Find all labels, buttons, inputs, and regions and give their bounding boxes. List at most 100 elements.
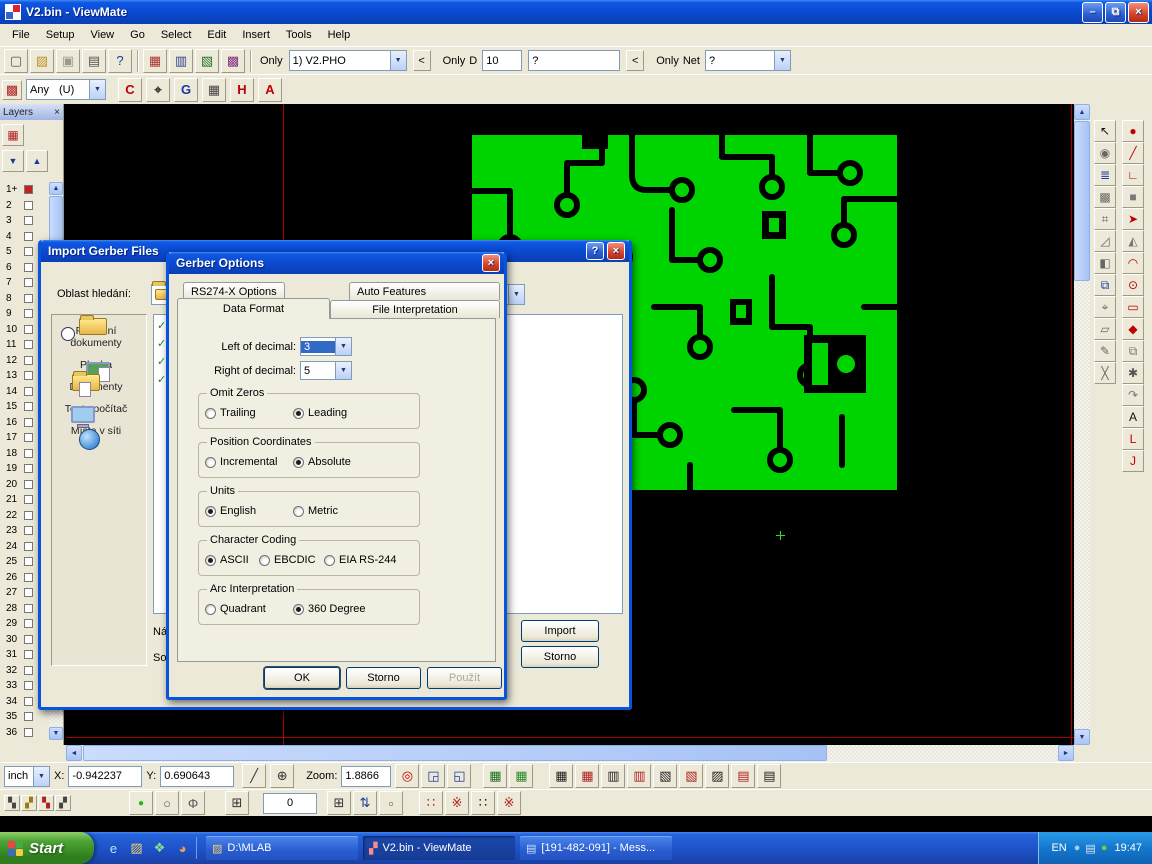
pad-pattern-2-icon[interactable]: ※ bbox=[445, 791, 469, 815]
language-indicator[interactable]: EN bbox=[1051, 842, 1066, 854]
y-coordinate-input[interactable]: 0.690643 bbox=[160, 766, 234, 787]
tray-status-icon[interactable]: ● bbox=[1101, 842, 1108, 854]
scroll-up-icon[interactable]: ▲ bbox=[1074, 104, 1090, 120]
help-icon[interactable]: ? bbox=[586, 242, 604, 260]
dcode-table-icon[interactable]: ⊞ bbox=[225, 791, 249, 815]
layers-stack-icon[interactable]: ≣ bbox=[1094, 164, 1116, 186]
view-pads-icon[interactable]: ▦ bbox=[549, 764, 573, 788]
layer-color-swatch[interactable] bbox=[24, 604, 33, 613]
layer-color-swatch[interactable] bbox=[24, 449, 33, 458]
layer-report-icon[interactable]: ▧ bbox=[195, 49, 219, 73]
layer-down-button[interactable]: ▼ bbox=[2, 150, 24, 172]
group-select-icon[interactable]: G bbox=[174, 78, 198, 102]
target-select-icon[interactable]: ⌖ bbox=[146, 78, 170, 102]
menu-item[interactable]: Insert bbox=[234, 26, 278, 44]
draw-rect-icon[interactable]: ▭ bbox=[1122, 296, 1144, 318]
char-j-icon[interactable]: J bbox=[1122, 450, 1144, 472]
canvas-hscrollbar[interactable]: ◄ ► bbox=[66, 745, 1074, 762]
layer-color-swatch[interactable] bbox=[24, 712, 33, 721]
close-button[interactable]: × bbox=[1128, 2, 1149, 23]
menu-item[interactable]: Go bbox=[122, 26, 153, 44]
layer-color-swatch[interactable] bbox=[24, 340, 33, 349]
radio-incremental[interactable]: Incremental bbox=[205, 456, 277, 468]
layer-color-swatch[interactable] bbox=[24, 278, 33, 287]
menu-item[interactable]: Tools bbox=[278, 26, 320, 44]
open-folder-icon[interactable]: ▨ bbox=[30, 49, 54, 73]
left-decimal-combo[interactable]: 3 ▼ bbox=[300, 337, 352, 356]
close-icon[interactable]: × bbox=[607, 242, 625, 260]
selection-mode-combo[interactable]: Any(U) ▼ bbox=[26, 79, 106, 100]
place-recent-documents[interactable]: Poslední dokumenty bbox=[52, 325, 140, 349]
ruler-icon[interactable]: ▱ bbox=[1094, 318, 1116, 340]
step-repeat-icon[interactable]: ⧉ bbox=[1122, 340, 1144, 362]
layer-color-swatch[interactable] bbox=[24, 232, 33, 241]
radio-360-degree[interactable]: 360 Degree bbox=[293, 603, 366, 615]
layer-color-swatch[interactable] bbox=[24, 542, 33, 551]
draw-circle-icon[interactable]: ⊙ bbox=[1122, 274, 1144, 296]
zoom-input[interactable]: 1.8866 bbox=[341, 766, 391, 787]
net-list-icon[interactable]: ▩ bbox=[221, 49, 245, 73]
half-plane-icon[interactable]: ◧ bbox=[1094, 252, 1116, 274]
draw-arrow-icon[interactable]: ➤ bbox=[1122, 208, 1144, 230]
layer-pair-3-icon[interactable]: ▚ bbox=[38, 795, 54, 811]
layer-row[interactable]: 3 bbox=[0, 213, 48, 229]
prev-layer-button[interactable]: < bbox=[413, 50, 431, 71]
layer-color-swatch[interactable] bbox=[24, 526, 33, 535]
zoom-in-icon[interactable]: ◎ bbox=[395, 764, 419, 788]
layer-color-swatch[interactable] bbox=[24, 387, 33, 396]
menu-item[interactable]: Edit bbox=[199, 26, 234, 44]
radio-english[interactable]: English bbox=[205, 505, 256, 517]
ok-button[interactable]: OK bbox=[264, 667, 340, 689]
layer-color-swatch[interactable] bbox=[24, 650, 33, 659]
layer-color-swatch[interactable] bbox=[24, 418, 33, 427]
highlight-select-icon[interactable]: H bbox=[230, 78, 254, 102]
snap-grid-icon[interactable]: ⊞ bbox=[327, 791, 351, 815]
tab-file-interpretation[interactable]: File Interpretation bbox=[330, 300, 500, 318]
layer-color-swatch[interactable] bbox=[24, 681, 33, 690]
scroll-down-icon[interactable]: ▼ bbox=[49, 727, 63, 740]
layer-color-swatch[interactable] bbox=[24, 666, 33, 675]
char-l-icon[interactable]: L bbox=[1122, 428, 1144, 450]
layer-color-swatch[interactable] bbox=[24, 247, 33, 256]
layer-color-swatch[interactable] bbox=[24, 402, 33, 411]
layer-color-swatch[interactable] bbox=[24, 263, 33, 272]
origin-target-icon[interactable]: ⊕ bbox=[270, 764, 294, 788]
new-file-icon[interactable]: ▢ bbox=[4, 49, 28, 73]
scroll-up-icon[interactable]: ▲ bbox=[49, 182, 63, 195]
menu-item[interactable]: Select bbox=[153, 26, 200, 44]
x-coordinate-input[interactable]: -0.942237 bbox=[68, 766, 142, 787]
radio-ebcdic[interactable]: EBCDIC bbox=[259, 554, 316, 566]
layer-color-swatch[interactable] bbox=[24, 697, 33, 706]
layer-pair-1-icon[interactable]: ▚ bbox=[4, 795, 20, 811]
slope-icon[interactable]: ◿ bbox=[1094, 230, 1116, 252]
import-cancel-button[interactable]: Storno bbox=[521, 646, 599, 668]
pad-pattern-3-icon[interactable]: ∷ bbox=[471, 791, 495, 815]
edit-pencil-icon[interactable]: ✎ bbox=[1094, 340, 1116, 362]
layer-row[interactable]: 1+ bbox=[0, 182, 48, 198]
phi-probe-icon[interactable]: Φ bbox=[181, 791, 205, 815]
radio-leading[interactable]: Leading bbox=[293, 407, 347, 419]
view-mixed-icon[interactable]: ▨ bbox=[705, 764, 729, 788]
fill-pattern-icon[interactable]: ▩ bbox=[1094, 186, 1116, 208]
start-button[interactable]: Start bbox=[0, 832, 94, 864]
layer-row[interactable]: 2 bbox=[0, 198, 48, 214]
active-layer-combo[interactable]: 1) V2.PHO ▼ bbox=[289, 50, 407, 71]
place-documents[interactable]: Dokumenty bbox=[52, 381, 140, 393]
pad-pattern-1-icon[interactable]: ∷ bbox=[419, 791, 443, 815]
layer-color-swatch[interactable] bbox=[24, 495, 33, 504]
probe-icon[interactable]: ◉ bbox=[1094, 142, 1116, 164]
view-sketch-icon[interactable]: ▤ bbox=[731, 764, 755, 788]
text-tool-icon[interactable]: A bbox=[1122, 406, 1144, 428]
layer-color-swatch[interactable] bbox=[24, 557, 33, 566]
print-icon[interactable]: ▤ bbox=[82, 49, 106, 73]
context-help-icon[interactable]: ? bbox=[108, 49, 132, 73]
layer-color-swatch[interactable] bbox=[24, 433, 33, 442]
radio-trailing[interactable]: Trailing bbox=[205, 407, 256, 419]
canvas-vscrollbar[interactable]: ▲ ▼ bbox=[1074, 104, 1090, 745]
filled-square-icon[interactable]: ■ bbox=[1122, 186, 1144, 208]
menu-item[interactable]: View bbox=[82, 26, 122, 44]
snap-target-icon[interactable]: ⌖ bbox=[1094, 296, 1116, 318]
chevron-down-icon[interactable]: ▼ bbox=[508, 285, 524, 304]
radio-eia-rs244[interactable]: EIA RS-244 bbox=[324, 554, 396, 566]
scroll-right-icon[interactable]: ► bbox=[1058, 745, 1074, 761]
